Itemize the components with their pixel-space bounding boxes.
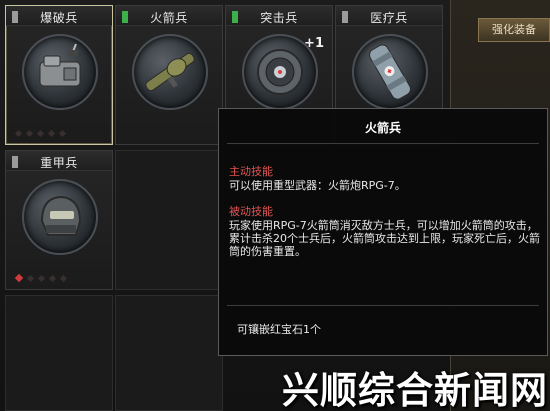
gem-socket — [37, 274, 46, 282]
empty-class-slot[interactable] — [115, 150, 223, 290]
gem-socket — [25, 129, 34, 137]
slot-name: 医疗兵 — [370, 11, 408, 25]
gem-socket — [36, 129, 45, 137]
slot-name: 火箭兵 — [150, 11, 188, 25]
gem-sockets — [14, 273, 68, 283]
gem-socket — [48, 274, 57, 282]
slot-header: 医疗兵 — [336, 6, 442, 26]
class-slot-heavy-armor[interactable]: 重甲兵 — [5, 150, 113, 290]
slot-name: 突击兵 — [260, 11, 298, 25]
divider — [227, 143, 539, 144]
slot-header: 突击兵 — [226, 6, 332, 26]
gem-sockets — [14, 128, 67, 138]
active-skill-description: 可以使用重型武器：火箭炮RPG-7。 — [229, 179, 406, 192]
skill-tooltip: 火箭兵 主动技能 可以使用重型武器：火箭炮RPG-7。 被动技能 玩家使用RPG… — [218, 108, 548, 356]
slot-name: 重甲兵 — [40, 156, 78, 170]
gem-socket — [58, 129, 67, 137]
slot-header: 火箭兵 — [116, 6, 222, 26]
slot-header: 重甲兵 — [6, 151, 112, 171]
rocket-launcher-icon — [132, 34, 208, 110]
medical-canister-icon — [352, 34, 428, 110]
empty-class-slot[interactable] — [5, 295, 113, 411]
gem-socket — [26, 274, 35, 282]
tooltip-title: 火箭兵 — [364, 121, 401, 135]
slot-header: 爆破兵 — [6, 6, 112, 26]
active-skill-heading: 主动技能 — [229, 165, 273, 178]
gem-socket — [47, 129, 56, 137]
gem-socket-filled — [14, 273, 24, 283]
gem-socket — [14, 129, 23, 137]
assault-scope-icon — [242, 34, 318, 110]
class-slot-demolition[interactable]: 爆破兵 — [5, 5, 113, 145]
heavy-armor-helmet-icon — [22, 179, 98, 255]
passive-skill-heading: 被动技能 — [229, 205, 273, 218]
strengthen-equipment-tab[interactable]: 强化装备 — [478, 18, 550, 42]
watermark-text: 兴顺综合新闻网 — [282, 369, 548, 411]
class-slot-rocket[interactable]: 火箭兵 — [115, 5, 223, 145]
gem-socket — [59, 274, 68, 282]
divider — [227, 305, 539, 306]
slot-name: 爆破兵 — [40, 11, 78, 25]
empty-class-slot[interactable] — [115, 295, 223, 411]
explosive-pack-icon — [22, 34, 98, 110]
passive-skill-description: 玩家使用RPG-7火箭筒消灭敌方士兵，可以增加火箭筒的攻击，累计击杀20个士兵后… — [229, 219, 540, 258]
gem-socket-info: 可镶嵌红宝石1个 — [237, 323, 321, 336]
